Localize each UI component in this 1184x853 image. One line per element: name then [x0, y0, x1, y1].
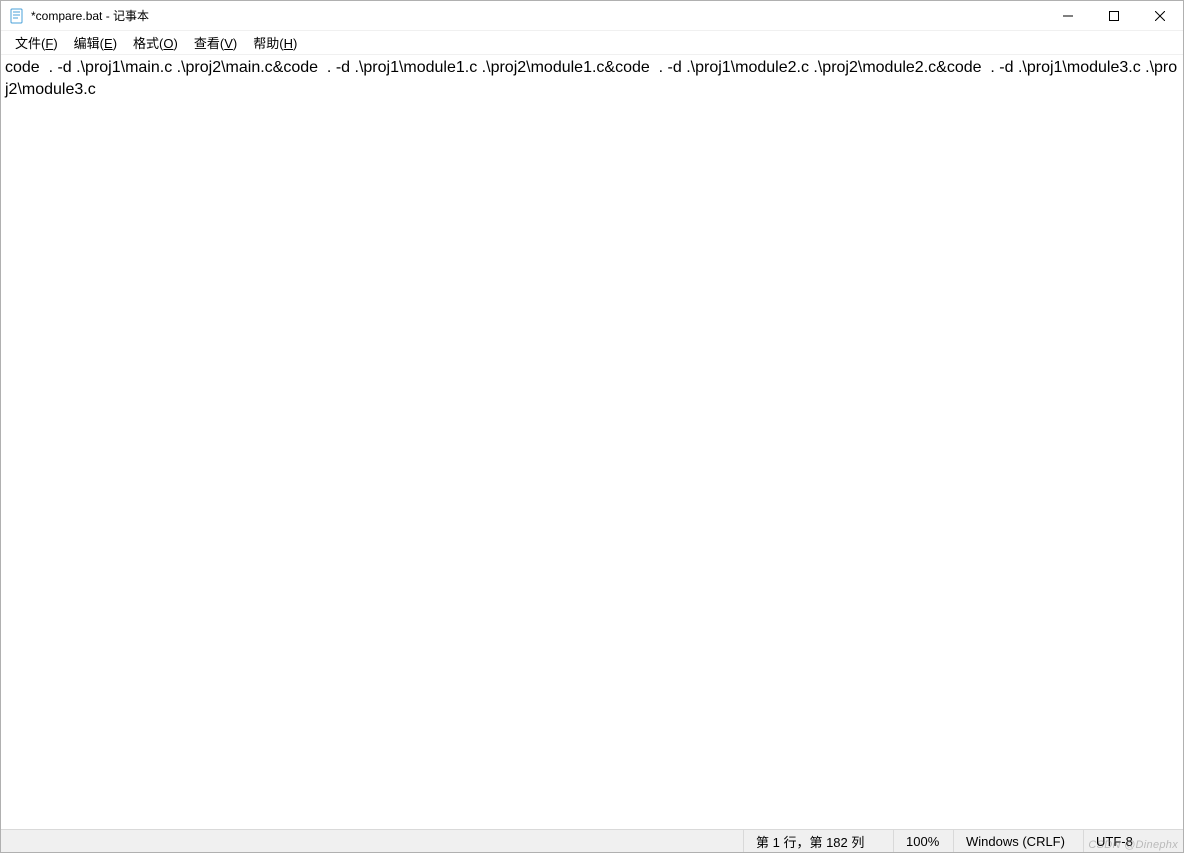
titlebar: *compare.bat - 记事本 [1, 1, 1183, 31]
close-icon [1155, 11, 1165, 21]
menu-file[interactable]: 文件(F) [7, 31, 66, 54]
close-button[interactable] [1137, 1, 1183, 31]
notepad-window: *compare.bat - 记事本 文件(F) 编辑(E) 格式(O) 查看(… [0, 0, 1184, 853]
status-zoom: 100% [893, 830, 953, 852]
menubar: 文件(F) 编辑(E) 格式(O) 查看(V) 帮助(H) [1, 31, 1183, 55]
menu-edit[interactable]: 编辑(E) [66, 31, 125, 54]
menu-view[interactable]: 查看(V) [186, 31, 245, 54]
window-title: *compare.bat - 记事本 [31, 7, 149, 24]
window-controls [1045, 1, 1183, 30]
status-position: 第 1 行，第 182 列 [743, 830, 893, 852]
maximize-icon [1109, 11, 1119, 21]
menu-format[interactable]: 格式(O) [125, 31, 186, 54]
status-spacer [1, 830, 743, 852]
status-line-ending: Windows (CRLF) [953, 830, 1083, 852]
notepad-icon [9, 8, 25, 24]
minimize-button[interactable] [1045, 1, 1091, 31]
minimize-icon [1063, 11, 1073, 21]
menu-help[interactable]: 帮助(H) [245, 31, 305, 54]
maximize-button[interactable] [1091, 1, 1137, 31]
text-editor[interactable] [1, 55, 1183, 829]
status-encoding: UTF-8 [1083, 830, 1183, 852]
statusbar: 第 1 行，第 182 列 100% Windows (CRLF) UTF-8 [1, 829, 1183, 852]
editor-area [1, 55, 1183, 829]
